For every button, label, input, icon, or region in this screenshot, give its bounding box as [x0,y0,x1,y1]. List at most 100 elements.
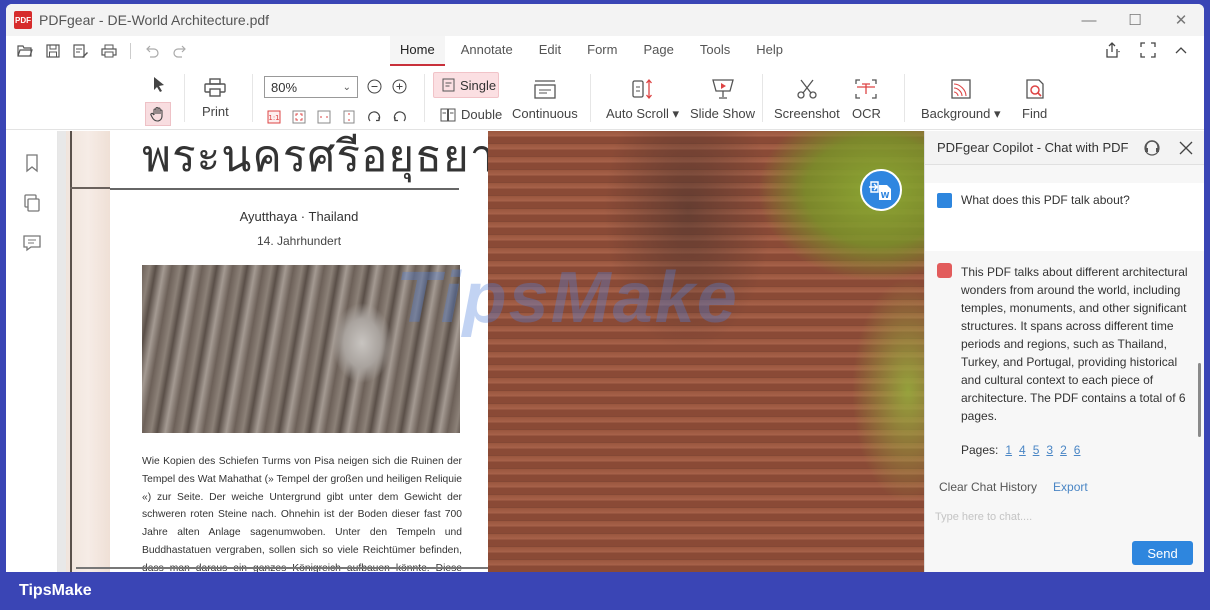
pages-label: Pages: [961,443,999,457]
page-link[interactable]: 5 [1033,443,1040,457]
ribbon-tabs: Home Annotate Edit Form Page Tools Help [390,36,799,66]
left-sidebar [6,131,58,572]
auto-scroll-label: Auto Scroll ▾ [606,106,679,121]
tab-home[interactable]: Home [390,36,445,66]
sidebar-gutter [58,131,66,572]
print-button[interactable]: Print [202,78,229,119]
redo-icon[interactable] [169,41,191,61]
thumbnails-icon[interactable] [22,193,42,213]
page-references: Pages: 1 4 5 3 2 6 [961,443,1080,457]
chat-header: PDFgear Copilot - Chat with PDF [925,131,1204,165]
zoom-in-icon[interactable] [392,79,407,94]
page-link[interactable]: 1 [1005,443,1012,457]
background-button[interactable]: Background ▾ [921,78,1001,122]
collapse-ribbon-icon[interactable] [1174,42,1188,58]
save-as-icon[interactable] [70,41,92,61]
rotate-counterclockwise-icon[interactable] [392,110,406,124]
zoom-out-icon[interactable] [367,79,382,94]
user-message: What does this PDF talk about? [925,183,1204,251]
chat-title: PDFgear Copilot - Chat with PDF [937,140,1129,155]
svg-text:1:1: 1:1 [268,114,279,122]
ocr-button[interactable]: OCR [852,78,881,121]
fit-width-icon[interactable] [317,110,331,124]
fullscreen-icon[interactable] [1140,42,1156,58]
app-window: PDF PDFgear - DE-World Architecture.pdf … [6,4,1204,572]
ribbon-divider [762,74,763,122]
find-button[interactable]: Find [1022,78,1047,121]
brick-wall-photo [488,131,924,572]
save-icon[interactable] [42,41,64,61]
comments-icon[interactable] [22,233,42,253]
open-folder-icon[interactable] [14,41,36,61]
bot-message-text: This PDF talks about different architect… [961,265,1188,423]
send-button[interactable]: Send [1132,541,1193,565]
double-page-button[interactable]: Double [440,107,502,122]
copilot-avatar-icon [937,263,952,278]
ribbon-divider [904,74,905,122]
tab-form[interactable]: Form [577,36,627,66]
toolbar-divider [130,43,131,59]
support-headset-icon[interactable] [1143,139,1161,157]
page-heading: พระนครศรีอยุธยา [142,131,496,182]
close-window-button[interactable]: ✕ [1158,4,1204,36]
actual-size-icon[interactable]: 1:1 [267,110,281,124]
bookmark-icon[interactable] [22,153,42,173]
auto-scroll-button[interactable]: Auto Scroll ▾ [606,78,679,122]
brand-footer: TipsMake [0,572,1210,610]
bot-message: This PDF talks about different architect… [925,251,1204,466]
clear-chat-history-button[interactable]: Clear Chat History [939,480,1037,494]
print-icon[interactable] [98,41,120,61]
page-spine [66,131,110,572]
export-button[interactable]: Export [1053,480,1088,494]
ribbon-divider [252,74,253,122]
hand-tool-button[interactable] [145,102,171,126]
chat-actions: Clear Chat History Export [925,471,1204,503]
menu-tab-row: Home Annotate Edit Form Page Tools Help [6,36,1204,66]
user-message-text: What does this PDF talk about? [961,193,1130,207]
chat-input[interactable] [935,505,1195,529]
find-icon [1025,79,1044,99]
heading-rule [110,188,459,190]
tab-edit[interactable]: Edit [529,36,571,66]
share-icon[interactable] [1102,42,1122,58]
continuous-button[interactable]: Continuous [512,78,578,121]
maximize-button[interactable]: ☐ [1112,4,1158,36]
zoom-level-value: 80% [271,79,298,95]
page-rule [76,567,488,569]
fit-page-icon[interactable] [292,110,306,124]
ribbon-divider [184,74,185,122]
screenshot-label: Screenshot [774,106,840,121]
ocr-label: OCR [852,106,881,121]
slide-show-button[interactable]: Slide Show [690,78,755,121]
auto-scroll-icon [631,78,652,100]
single-page-icon [442,78,455,92]
double-label: Double [461,107,503,122]
screenshot-button[interactable]: Screenshot [774,78,840,121]
close-chat-icon[interactable] [1177,139,1195,157]
zoom-level-select[interactable]: 80% ⌄ [264,76,358,98]
fit-height-icon[interactable] [342,110,356,124]
convert-to-word-button[interactable]: W [860,169,902,211]
copilot-chat-panel: PDFgear Copilot - Chat with PDF What doe… [924,131,1204,572]
slide-show-label: Slide Show [690,106,756,121]
tab-annotate[interactable]: Annotate [451,36,523,66]
page-link[interactable]: 3 [1046,443,1053,457]
rotate-clockwise-icon[interactable] [367,110,381,124]
pdf-document-view[interactable]: พระนครศรีอยุธยา Ayutthaya · Thailand 14.… [66,131,924,572]
undo-icon[interactable] [141,41,163,61]
tab-help[interactable]: Help [746,36,793,66]
tab-tools[interactable]: Tools [690,36,740,66]
page-link[interactable]: 4 [1019,443,1026,457]
page-link[interactable]: 2 [1060,443,1067,457]
minimize-button[interactable]: — [1066,4,1112,36]
chevron-down-icon: ⌄ [342,81,351,93]
tab-page[interactable]: Page [633,36,683,66]
user-avatar-icon [937,193,952,208]
page-link[interactable]: 6 [1074,443,1081,457]
select-tool-icon[interactable] [152,76,166,92]
window-title: PDFgear - DE-World Architecture.pdf [39,12,270,28]
century-caption: 14. Jahrhundert [256,234,342,248]
single-page-button[interactable]: Single [433,72,499,98]
chat-scrollbar[interactable] [1198,363,1201,437]
brand-logo: TipsMake [19,582,92,599]
